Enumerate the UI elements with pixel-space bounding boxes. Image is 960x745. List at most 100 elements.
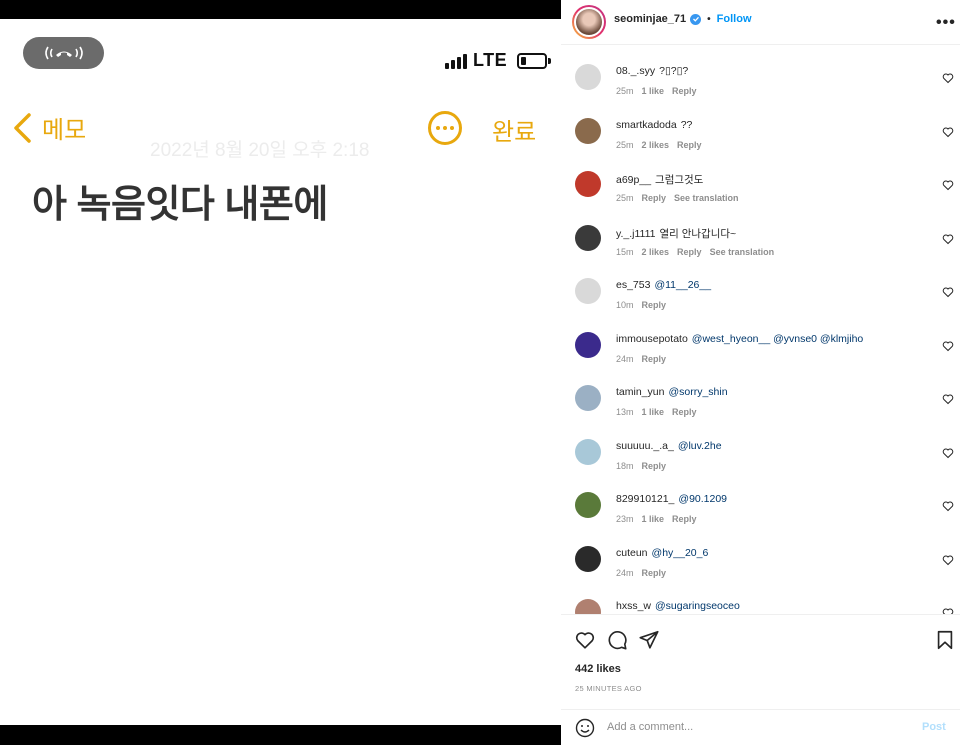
comment-like-icon[interactable] [942, 447, 954, 459]
comment-item: y._.j1111 열리 안나갑니다~ 15m 2 likes Reply See tra… [561, 207, 960, 261]
comment-time: 10m [616, 300, 634, 310]
comment-text: y._.j1111 열리 안나갑니다~ [616, 226, 736, 241]
commenter-username[interactable]: tamin_yun [616, 386, 664, 398]
commenter-avatar[interactable] [575, 278, 601, 304]
add-comment-input[interactable] [607, 721, 907, 733]
comment-text: suuuuu._.a_ @luv.2he [616, 440, 722, 452]
comment-like-icon[interactable] [942, 393, 954, 405]
comment-text: hxss_w @sugaringseoceo [616, 600, 740, 612]
comment-like-icon[interactable] [942, 286, 954, 298]
post-comment-button[interactable]: Post [922, 721, 946, 733]
post-actions: 442 likes 25 MINUTES AGO [561, 614, 960, 714]
comment-time: 18m [616, 460, 634, 471]
comment-item: 08._.syy ?▯?▯? 25m 1 like Reply [561, 46, 960, 100]
commenter-username[interactable]: hxss_w [616, 600, 651, 612]
comment-body: @sorry_shin [668, 386, 728, 398]
commenter-username[interactable]: es_753 [616, 279, 650, 291]
author-username[interactable]: seominjae_71 [614, 13, 686, 25]
post-author: seominjae_71 • Follow [614, 13, 752, 25]
reply-button[interactable]: Reply [672, 407, 697, 417]
comment-meta: 24m Reply [616, 568, 666, 578]
comment-item: suuuuu._.a_ @luv.2he 18m Reply [561, 421, 960, 475]
reply-button[interactable]: Reply [642, 300, 667, 310]
comment-likes[interactable]: 2 likes [642, 140, 670, 150]
share-icon[interactable] [638, 629, 660, 651]
commenter-username[interactable]: suuuuu._.a_ [616, 440, 674, 452]
comment-like-icon[interactable] [942, 233, 954, 245]
reply-button[interactable]: Reply [672, 514, 697, 524]
commenter-avatar[interactable] [575, 545, 601, 572]
commenter-username[interactable]: y._.j1111 [616, 228, 656, 240]
comment-like-icon[interactable] [942, 179, 954, 191]
comment-text: cuteun @hy__20_6 [616, 547, 708, 559]
commenter-username[interactable]: cuteun [616, 547, 648, 559]
comment-like-icon[interactable] [942, 340, 954, 352]
commenter-username[interactable]: immousepotato [616, 333, 688, 345]
commenter-username[interactable]: 08._.syy [616, 65, 655, 77]
commenter-avatar[interactable] [575, 117, 601, 144]
commenter-username[interactable]: 829910121_ [616, 493, 674, 505]
more-options-icon[interactable]: ••• [936, 14, 956, 32]
comment-meta: 25m 1 like Reply [616, 86, 697, 96]
commenter-username[interactable]: smartkadoda [616, 119, 677, 131]
likes-count[interactable]: 442 likes [575, 663, 621, 675]
memo-body-text[interactable]: 아 녹음잇다 내폰에 [32, 173, 328, 228]
emoji-icon[interactable] [575, 718, 595, 738]
like-icon[interactable] [574, 629, 596, 651]
commenter-avatar[interactable] [575, 492, 601, 518]
comment-body: ?? [680, 118, 693, 131]
phone-top-bar [0, 0, 561, 19]
more-options-button[interactable] [428, 111, 462, 145]
reply-button[interactable]: Reply [642, 193, 667, 203]
chevron-left-icon [14, 112, 31, 143]
comment-time: 25m [616, 193, 634, 203]
profile-avatar[interactable] [572, 5, 606, 39]
comment-text: immousepotato @west_hyeon__ @yvnse0 @klmj… [616, 333, 863, 345]
comment-like-icon[interactable] [942, 500, 954, 512]
commenter-avatar[interactable] [575, 599, 601, 614]
memo-back-button[interactable]: 메모 [10, 110, 86, 145]
comment-time: 25m [616, 139, 634, 150]
status-bar-right: LTE [445, 50, 552, 71]
comment-item: a69p__ 그럼그것도 25m Reply See translation [561, 153, 960, 207]
reply-button[interactable]: Reply [677, 247, 702, 257]
commenter-avatar[interactable] [575, 438, 601, 465]
comment-icon[interactable] [606, 629, 628, 651]
see-translation-button[interactable]: See translation [674, 193, 739, 203]
comment-time: 24m [616, 567, 634, 578]
comment-meta: 24m Reply [616, 354, 666, 364]
instagram-post-panel: seominjae_71 • Follow ••• 08._.syy ?▯?▯? 2… [561, 0, 960, 745]
bookmark-icon[interactable] [934, 629, 956, 651]
comment-meta: 13m 1 like Reply [616, 407, 697, 417]
comment-like-icon[interactable] [942, 607, 954, 614]
comment-time: 15m [616, 246, 634, 257]
comment-meta: 15m 2 likes Reply See translation [616, 247, 774, 257]
commenter-username[interactable]: a69p__ [616, 174, 651, 186]
follow-button[interactable]: Follow [717, 13, 752, 25]
comment-body: @hy__20_6 [651, 546, 709, 559]
commenter-avatar[interactable] [575, 331, 601, 358]
reply-button[interactable]: Reply [677, 140, 702, 150]
reply-button[interactable]: Reply [672, 86, 697, 96]
reply-button[interactable]: Reply [642, 568, 667, 578]
comment-time: 13m [616, 407, 634, 417]
comments-list[interactable]: 08._.syy ?▯?▯? 25m 1 like Reply smartkadoda??… [561, 46, 960, 614]
reply-button[interactable]: Reply [642, 461, 667, 471]
comment-likes[interactable]: 2 likes [642, 247, 670, 257]
comment-likes[interactable]: 1 like [642, 86, 665, 96]
reply-button[interactable]: Reply [642, 354, 667, 364]
comment-like-icon[interactable] [942, 126, 954, 138]
comment-likes[interactable]: 1 like [642, 514, 665, 524]
commenter-avatar[interactable] [575, 385, 601, 411]
comment-item: immousepotato @west_hyeon__ @yvnse0 @klmj… [561, 314, 960, 368]
post-timestamp: 25 MINUTES AGO [575, 684, 642, 693]
comment-like-icon[interactable] [942, 554, 954, 566]
see-translation-button[interactable]: See translation [710, 247, 775, 257]
commenter-avatar[interactable] [575, 64, 601, 90]
commenter-avatar[interactable] [575, 171, 601, 197]
done-button[interactable]: 완료 [492, 112, 536, 147]
comment-meta: 25m Reply See translation [616, 193, 739, 203]
comment-like-icon[interactable] [942, 72, 954, 84]
comment-likes[interactable]: 1 like [642, 407, 665, 417]
commenter-avatar[interactable] [575, 224, 601, 251]
